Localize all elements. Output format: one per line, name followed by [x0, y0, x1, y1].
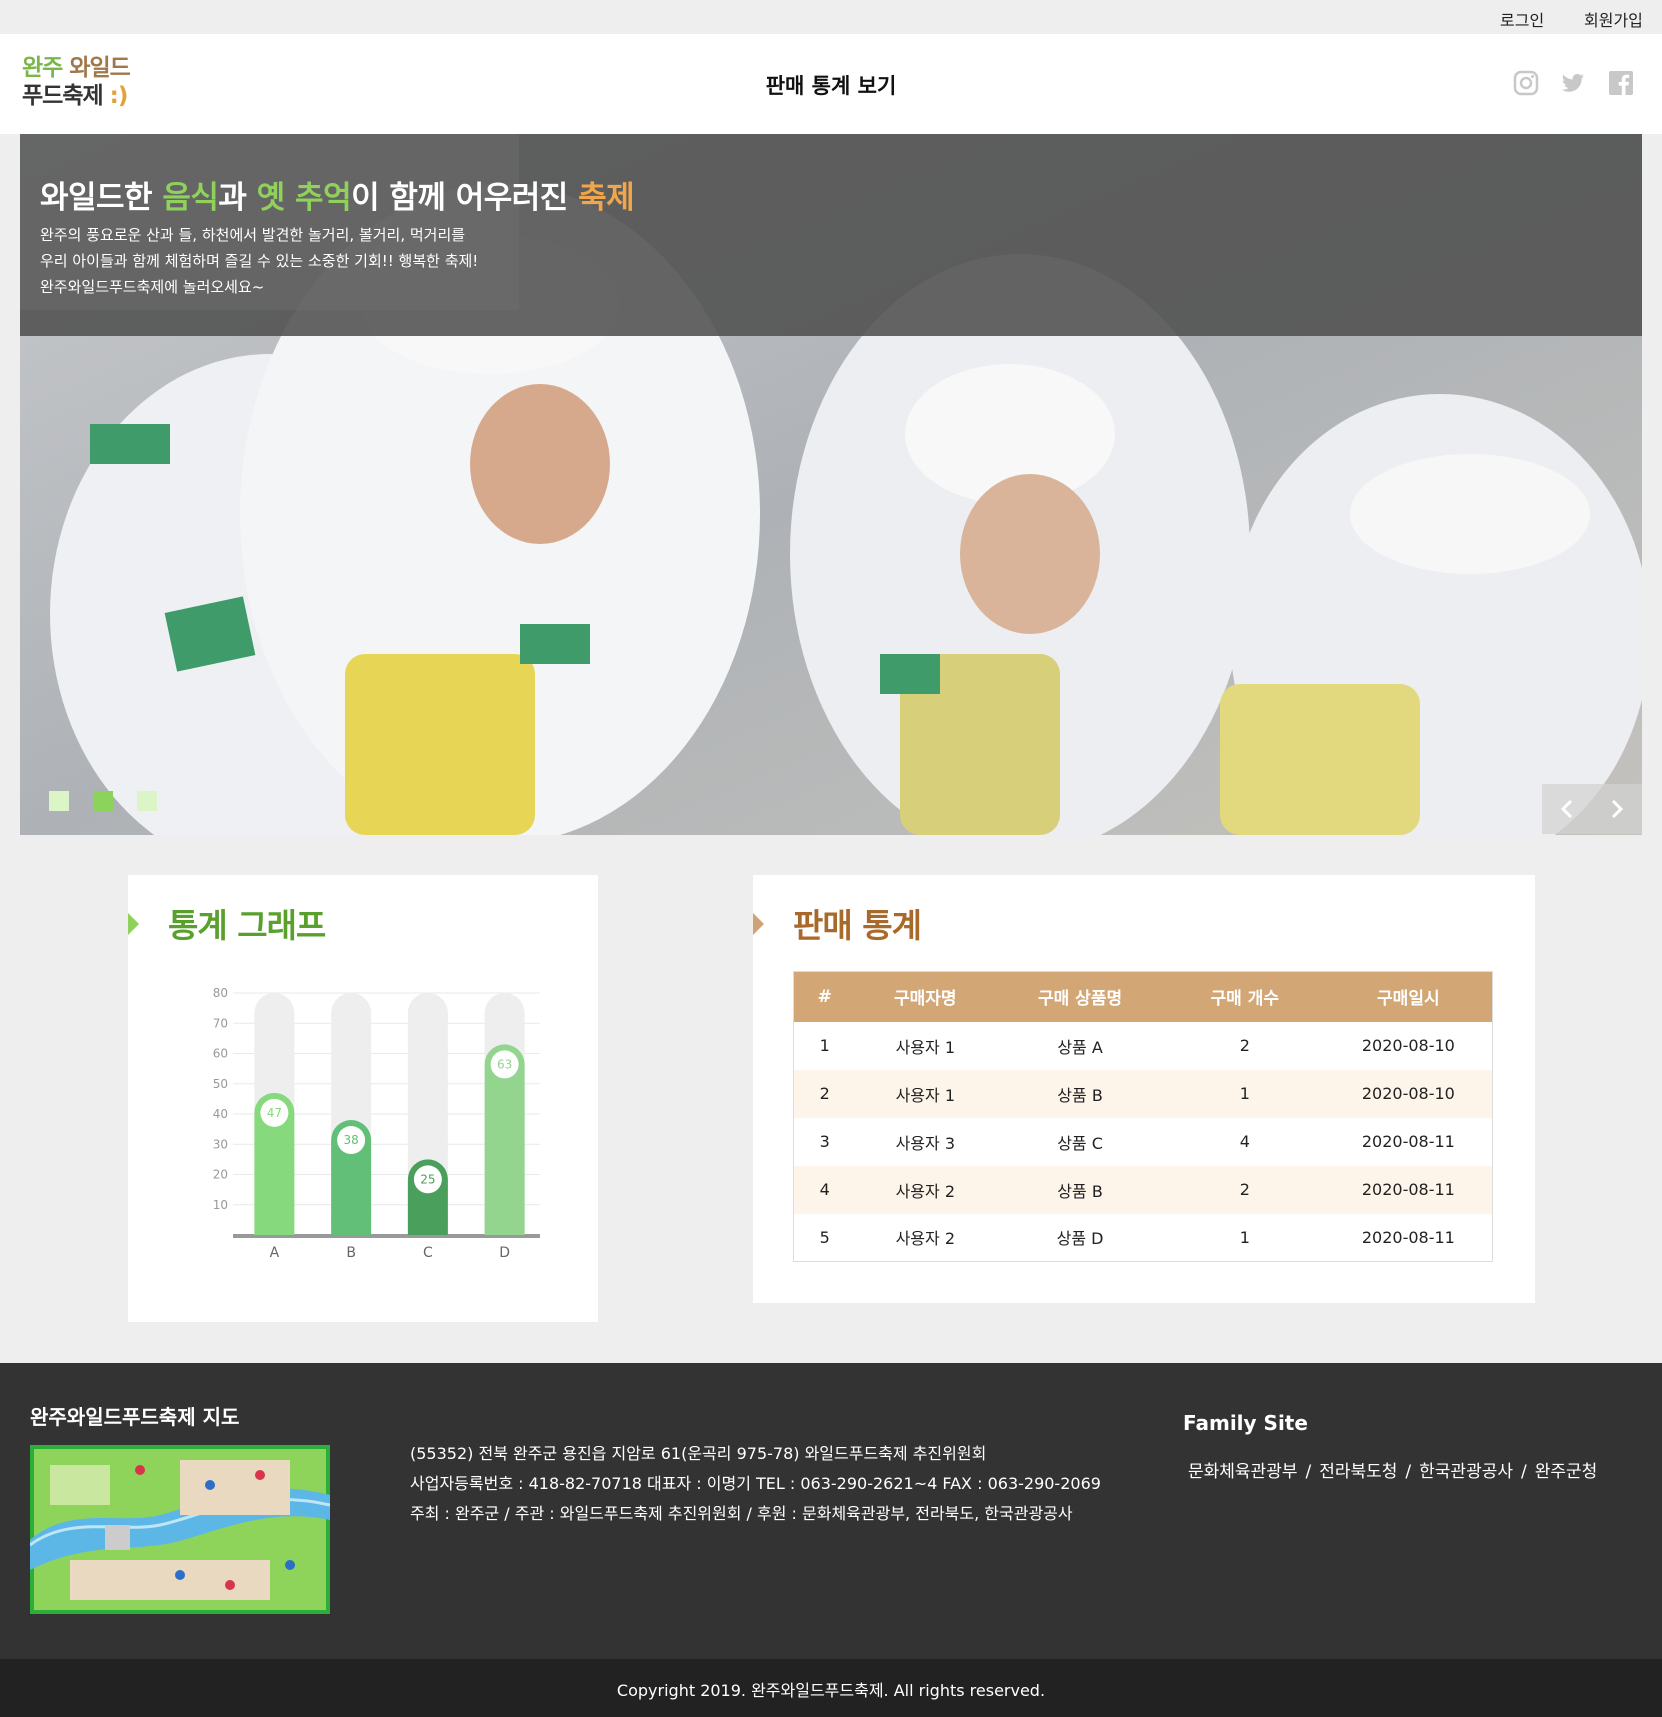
business-info-line: 사업자등록번호 : 418-82-70718 대표자 : 이명기 TEL : 0… [410, 1474, 1101, 1493]
top-bar: 로그인 회원가입 [0, 0, 1662, 34]
data-label: 25 [420, 1172, 435, 1186]
twitter-icon[interactable] [1560, 70, 1586, 96]
page-title: 판매 통계 보기 [765, 74, 897, 98]
stats-title: 판매 통계 [793, 906, 922, 945]
family-link-kto[interactable]: 한국관광공사 [1419, 1462, 1513, 1482]
bar-base [407, 1215, 448, 1235]
hero-desc-line: 완주의 풍요로운 산과 들, 하천에서 발견한 놀거리, 볼거리, 먹거리를 [40, 226, 466, 244]
address-line: (55352) 전북 완주군 용진읍 지암로 61(운곡리 975-78) 와일… [410, 1444, 987, 1463]
family-link-culture-ministry[interactable]: 문화체육관광부 [1188, 1462, 1297, 1482]
slide-dot-3[interactable] [137, 791, 157, 811]
family-link-jeonbuk[interactable]: 전라북도청 [1319, 1462, 1397, 1482]
table-row[interactable]: 2 사용자 1 상품 B 1 2020-08-10 [793, 1069, 1493, 1118]
signup-link[interactable]: 회원가입 [1584, 7, 1643, 31]
festival-map-image[interactable] [30, 1445, 330, 1614]
site-footer: 완주와일드푸드축제 지도 (55352) 전북 완주군 용진읍 지암로 61(운… [0, 1363, 1662, 1659]
col-header-buyer: 구매자명 [855, 971, 996, 1022]
table-row[interactable]: 3 사용자 3 상품 C 4 2020-08-11 [794, 1118, 1493, 1166]
site-header: 완주 와일드 푸드축제 :) 판매 통계 보기 [0, 34, 1662, 134]
col-header-qty: 구매 개수 [1164, 971, 1325, 1022]
bar-base [254, 1215, 295, 1235]
y-tick-label: 40 [213, 1107, 228, 1121]
hero-headline: 와일드한 음식과 옛 추억이 함께 어우러진 축제 [40, 180, 635, 216]
col-header-date: 구매일시 [1324, 971, 1493, 1022]
hero-description: 완주의 풍요로운 산과 들, 하천에서 발견한 놀거리, 볼거리, 먹거리를 우… [40, 222, 510, 300]
organizer-line: 주최 : 완주군 / 주관 : 와일드푸드축제 추진위원회 / 후원 : 문화체… [410, 1504, 1073, 1523]
data-label: 47 [267, 1106, 282, 1120]
title-marker-icon [128, 913, 139, 935]
slide-next-button[interactable] [1592, 784, 1642, 834]
table-row[interactable]: 5 사용자 2 상품 D 1 2020-08-11 [794, 1214, 1493, 1262]
y-tick-label: 20 [213, 1168, 228, 1182]
stats-card: 판매 통계 # 구매자명 구매 상품명 구매 개수 구매일시 1 사용자 1 상품 … [753, 875, 1535, 1303]
map-title: 완주와일드푸드축제 지도 [30, 1405, 240, 1429]
slide-dot-2[interactable] [93, 791, 113, 811]
y-tick-label: 80 [213, 986, 228, 1000]
title-marker-icon [753, 913, 764, 935]
bar-chart: 10 20 30 40 50 60 70 80 47 A 38 B 25 C 63 D [213, 986, 540, 1261]
instagram-icon[interactable] [1513, 70, 1539, 96]
family-site-links: 문화체육관광부 / 전라북도청 / 한국관광공사 / 완주군청 [1188, 1462, 1598, 1482]
x-tick-label: B [346, 1245, 356, 1261]
slide-dot-1[interactable] [49, 791, 69, 811]
footer-address: (55352) 전북 완주군 용진읍 지암로 61(운곡리 975-78) 와일… [410, 1439, 1101, 1529]
y-tick-label: 10 [213, 1198, 228, 1212]
sales-table: # 구매자명 구매 상품명 구매 개수 구매일시 1 사용자 1 상품 A 2 2020… [793, 971, 1493, 1262]
data-label: 63 [497, 1057, 512, 1071]
graph-card: 통계 그래프 10 20 30 40 50 60 70 80 47 A 38 B 25 C 63 D [128, 875, 598, 1322]
y-tick-label: 60 [213, 1047, 228, 1061]
hero-desc-line: 완주와일드푸드축제에 놀러오세요~ [40, 278, 265, 296]
family-link-wanju[interactable]: 완주군청 [1535, 1462, 1598, 1482]
hero-slider: 와일드한 음식과 옛 추억이 함께 어우러진 축제 완주의 풍요로운 산과 들,… [20, 134, 1642, 835]
table-header-row: # 구매자명 구매 상품명 구매 개수 구매일시 [793, 971, 1493, 1022]
copyright: Copyright 2019. 완주와일드푸드축제. All rights re… [0, 1659, 1662, 1717]
col-header-product: 구매 상품명 [995, 971, 1165, 1022]
x-tick-label: C [423, 1245, 433, 1261]
slide-prev-button[interactable] [1542, 784, 1592, 834]
y-tick-label: 50 [213, 1077, 228, 1091]
chevron-left-icon [1560, 799, 1573, 819]
family-site-title: Family Site [1183, 1411, 1308, 1435]
table-row[interactable]: 4 사용자 2 상품 B 2 2020-08-11 [793, 1165, 1493, 1214]
y-tick-label: 30 [213, 1137, 228, 1151]
table-row[interactable]: 1 사용자 1 상품 A 2 2020-08-10 [794, 1022, 1493, 1070]
x-tick-label: D [499, 1245, 510, 1261]
facebook-icon[interactable] [1608, 70, 1634, 96]
chevron-right-icon [1611, 799, 1624, 819]
col-header-no: # [793, 971, 856, 1022]
login-link[interactable]: 로그인 [1500, 7, 1544, 31]
x-tick-label: A [270, 1245, 280, 1261]
bar-base [484, 1215, 525, 1235]
hero-desc-line: 우리 아이들과 함께 체험하며 즐길 수 있는 소중한 기회!! 행복한 축제! [40, 252, 479, 270]
data-label: 38 [343, 1133, 358, 1147]
y-tick-label: 70 [213, 1016, 228, 1030]
bar-base [331, 1215, 372, 1235]
graph-title: 통계 그래프 [168, 906, 326, 945]
